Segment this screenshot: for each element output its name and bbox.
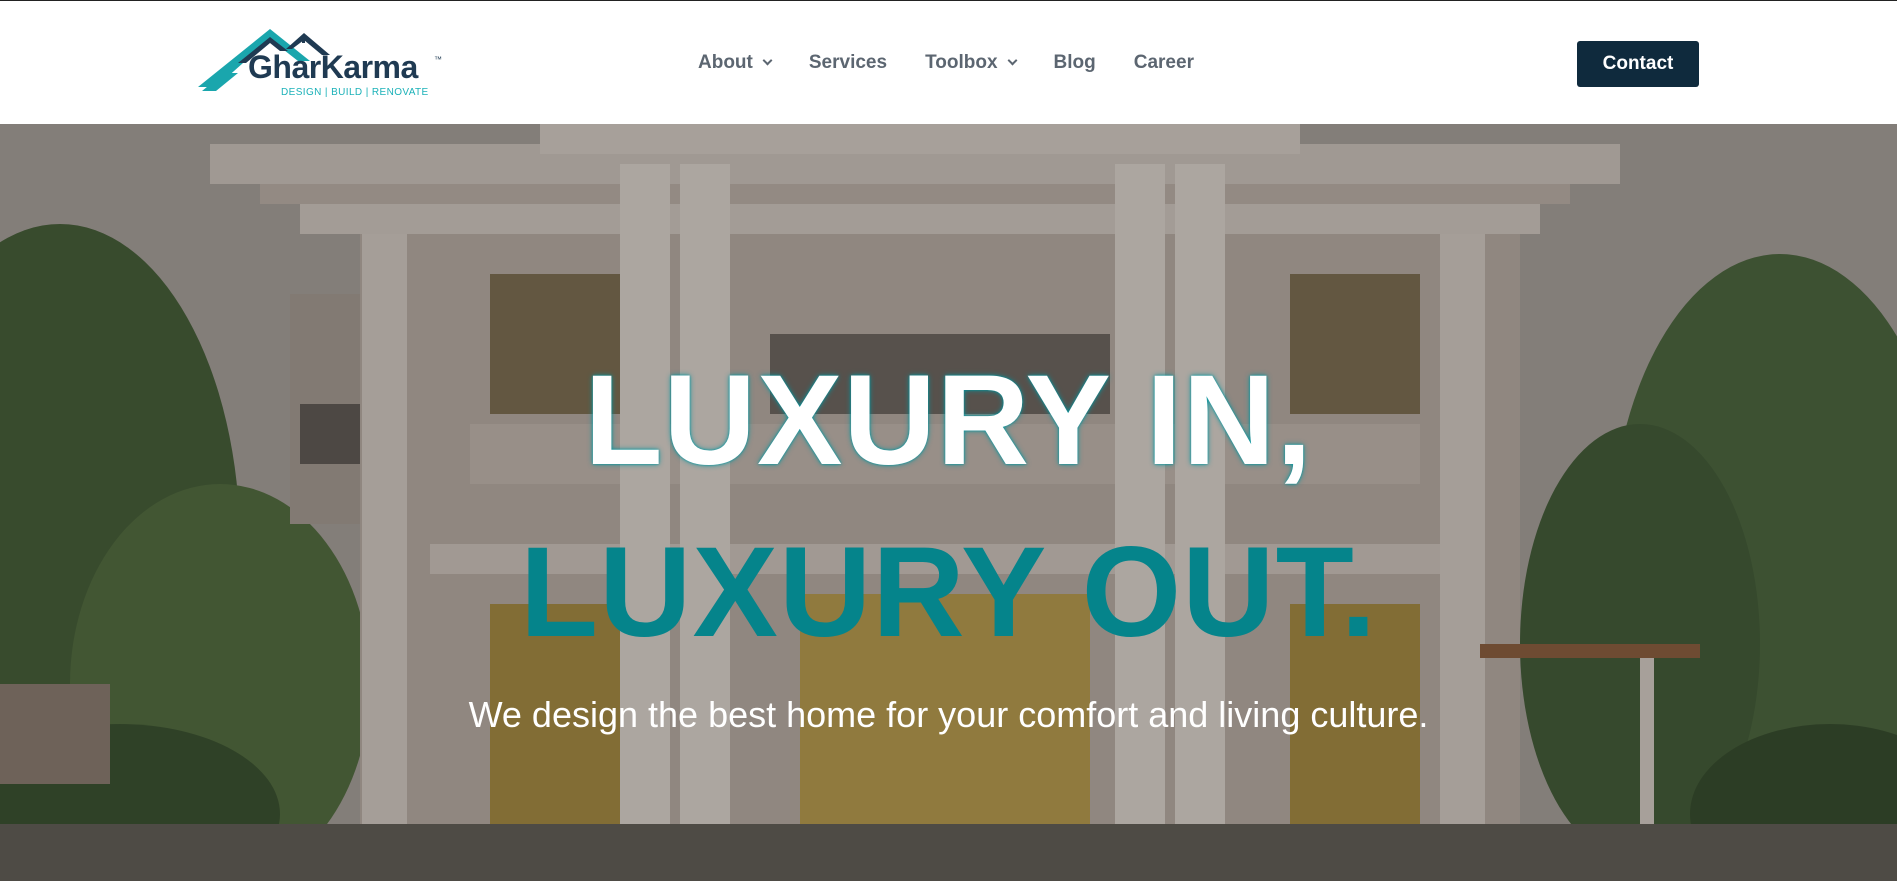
nav-item-career[interactable]: Career (1134, 52, 1194, 74)
hero-overlay (0, 124, 1897, 881)
logo-name: GharKarma (248, 49, 418, 85)
nav-item-toolbox[interactable]: Toolbox (925, 52, 1017, 74)
hero-subtitle: We design the best home for your comfort… (468, 694, 1429, 735)
nav-item-services[interactable]: Services (809, 52, 887, 74)
chevron-down-icon (1007, 55, 1017, 66)
site-header: GharKarma ™ DESIGN | BUILD | RENOVATE Ab… (0, 0, 1897, 124)
logo[interactable]: GharKarma ™ DESIGN | BUILD | RENOVATE (198, 25, 448, 101)
nav-item-label: About (698, 52, 753, 73)
nav-item-blog[interactable]: Blog (1054, 52, 1096, 74)
logo-tagline: DESIGN | BUILD | RENOVATE (281, 87, 429, 98)
main-nav: About Services Toolbox Blog Career (698, 50, 1194, 76)
nav-item-label: Services (808, 52, 888, 73)
hero-heading-line2: LUXURY OUT. (519, 521, 1378, 664)
chevron-down-icon (762, 55, 773, 66)
nav-item-about[interactable]: About (698, 52, 773, 74)
nav-item-label: Career (1133, 52, 1194, 73)
hero-section: LUXURY IN, LUXURY OUT. We design the bes… (0, 124, 1897, 881)
nav-item-label: Toolbox (925, 52, 998, 73)
logo-trademark: ™ (434, 55, 442, 64)
nav-item-label: Blog (1053, 52, 1096, 73)
contact-button[interactable]: Contact (1577, 41, 1699, 87)
hero-heading-line1: LUXURY IN, (584, 349, 1313, 492)
